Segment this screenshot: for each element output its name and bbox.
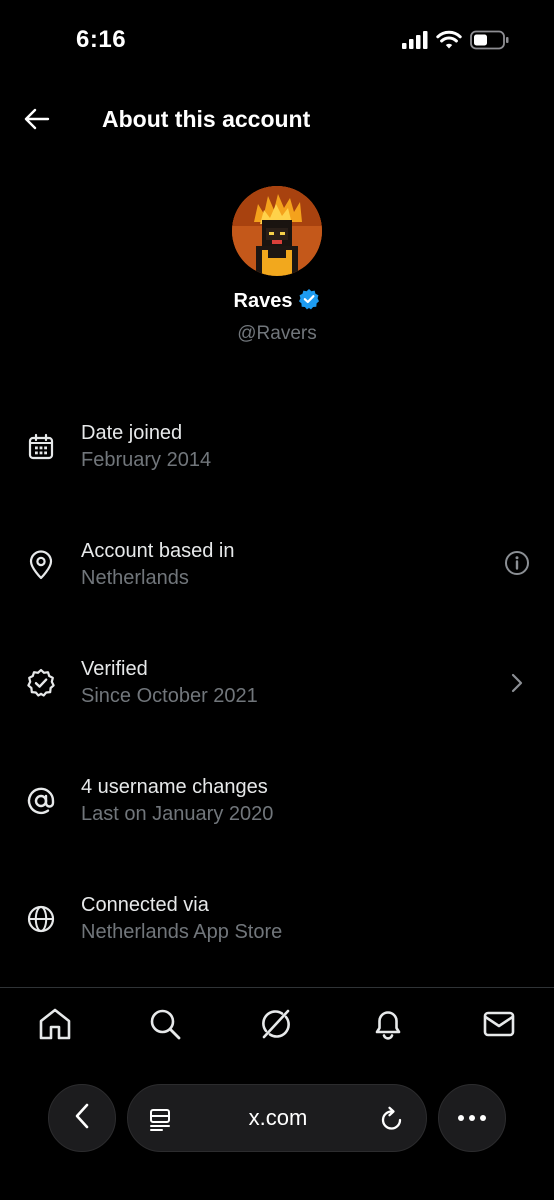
signal-icon <box>402 31 428 54</box>
info-text: Verified Since October 2021 <box>81 656 258 710</box>
chevron-left-icon <box>73 1102 91 1135</box>
location-pin-icon <box>22 546 60 584</box>
profile-summary: Raves @Ravers <box>0 186 554 345</box>
wifi-icon <box>436 30 462 55</box>
address-bar[interactable]: x.com <box>127 1084 427 1152</box>
at-sign-icon <box>22 782 60 820</box>
browser-toolbar: x.com <box>0 1084 554 1154</box>
list-item-verified[interactable]: Verified Since October 2021 <box>0 638 554 756</box>
info-text: Connected via Netherlands App Store <box>81 892 282 946</box>
messages-envelope-icon <box>482 1009 516 1044</box>
account-info-list: Date joined February 2014 Account based … <box>0 402 554 992</box>
info-value: Netherlands <box>81 567 189 589</box>
info-value: February 2014 <box>81 449 212 471</box>
list-item-account-based-in: Account based in Netherlands <box>0 520 554 638</box>
verified-badge-icon <box>22 664 60 702</box>
home-icon <box>37 1007 73 1046</box>
notifications-bell-icon <box>372 1007 404 1046</box>
browser-back-button[interactable] <box>48 1084 116 1152</box>
arrow-left-icon <box>24 108 50 135</box>
list-item-username-changes: 4 username changes Last on January 2020 <box>0 756 554 874</box>
info-label: Connected via <box>81 894 209 916</box>
info-text: Date joined February 2014 <box>81 420 211 474</box>
info-text: Account based in Netherlands <box>81 538 234 592</box>
info-button[interactable] <box>502 550 532 580</box>
more-dots-icon <box>457 1109 487 1127</box>
info-value: Since October 2021 <box>81 685 258 707</box>
search-icon <box>148 1007 182 1046</box>
avatar[interactable] <box>232 186 322 276</box>
tab-grok[interactable] <box>254 1004 298 1048</box>
verified-badge-icon <box>298 288 320 315</box>
grok-icon <box>259 1007 293 1046</box>
back-button[interactable] <box>20 104 54 138</box>
tab-bar-divider <box>0 987 554 988</box>
handle: @Ravers <box>237 323 317 344</box>
list-item-connected-via: Connected via Netherlands App Store <box>0 874 554 992</box>
status-time: 6:16 <box>76 26 127 53</box>
bottom-tab-bar <box>0 998 554 1054</box>
info-value: Netherlands App Store <box>81 921 283 943</box>
reload-icon[interactable] <box>378 1105 406 1133</box>
info-label: 4 username changes <box>81 776 268 798</box>
battery-icon <box>470 30 510 55</box>
status-bar: 6:16 <box>0 0 554 80</box>
tab-messages[interactable] <box>477 1004 521 1048</box>
info-label: Verified <box>81 658 148 680</box>
tab-notifications[interactable] <box>366 1004 410 1048</box>
info-value: Last on January 2020 <box>81 803 274 825</box>
tab-search[interactable] <box>143 1004 187 1048</box>
info-label: Account based in <box>81 540 235 562</box>
name-row: Raves <box>0 288 554 315</box>
calendar-icon <box>22 428 60 466</box>
tab-home[interactable] <box>33 1004 77 1048</box>
chevron-right-icon <box>502 668 532 698</box>
header: About this account <box>0 96 554 146</box>
browser-more-button[interactable] <box>438 1084 506 1152</box>
display-name: Raves <box>233 290 293 312</box>
status-icons <box>402 30 510 55</box>
globe-icon <box>22 900 60 938</box>
info-icon <box>504 550 530 581</box>
info-text: 4 username changes Last on January 2020 <box>81 774 273 828</box>
page-title: About this account <box>102 106 311 132</box>
info-label: Date joined <box>81 422 183 444</box>
list-item-date-joined: Date joined February 2014 <box>0 402 554 520</box>
